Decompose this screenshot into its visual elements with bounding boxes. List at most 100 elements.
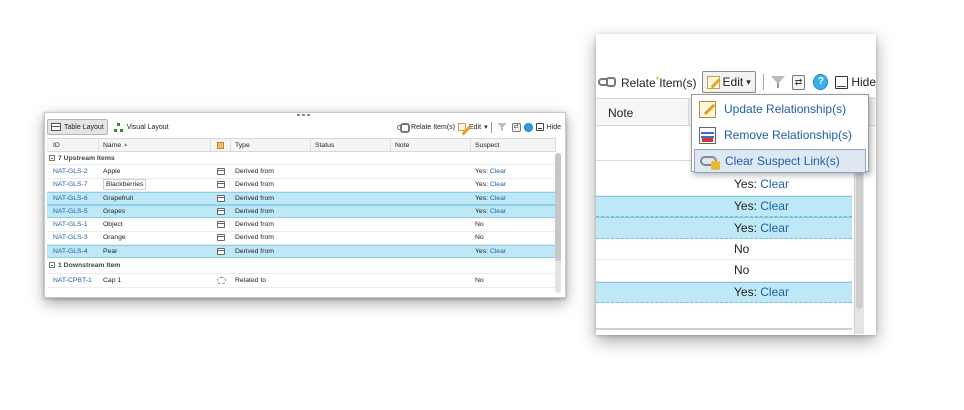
suspect-cell: Yes: Clear — [471, 208, 556, 215]
refresh-icon[interactable]: ⇄ — [511, 122, 521, 132]
suspect-cell: Yes: Clear — [471, 248, 556, 255]
filter-icon[interactable] — [497, 122, 507, 131]
collapse-icon[interactable] — [49, 154, 55, 161]
clear-suspect-link[interactable]: Clear — [490, 181, 506, 188]
table-icon — [51, 123, 61, 131]
clear-suspect-link[interactable]: Clear — [760, 285, 789, 299]
item-name: Cap 1 — [103, 277, 122, 285]
item-id-link[interactable]: NAT-GLS-1 — [47, 221, 99, 228]
clear-suspect-link[interactable]: Clear — [490, 208, 506, 215]
clear-suspect-link[interactable]: Clear — [490, 195, 506, 202]
column-header-note[interactable]: Note — [608, 106, 633, 120]
suspect-value: No — [475, 277, 484, 285]
clear-suspect-link[interactable]: Clear — [490, 248, 506, 255]
relationships-panel-table-layout: Table Layout Visual Layout Relate Item(s… — [44, 112, 566, 298]
table-row[interactable]: No — [596, 239, 852, 260]
table-row-selected[interactable]: NAT-GLS-6 Grapefruit Derived from Yes: C… — [47, 191, 556, 206]
item-type: Derived from — [235, 181, 274, 189]
column-header-icon[interactable] — [211, 139, 231, 151]
edit-icon — [458, 123, 467, 131]
relate-items-button[interactable]: Relate*Item(s) — [596, 75, 697, 90]
collapse-icon[interactable] — [49, 262, 55, 269]
suspect-value: Yes: — [475, 208, 488, 216]
help-icon[interactable]: ? — [813, 74, 829, 90]
refresh-icon[interactable]: ⇄ — [791, 74, 806, 90]
table-row-selected[interactable]: NAT-GLS-4 Pear Derived from Yes: Clear — [47, 245, 556, 259]
vertical-scrollbar[interactable] — [555, 153, 561, 293]
clear-suspect-link[interactable]: Clear — [760, 199, 789, 213]
column-header-id[interactable]: ID — [47, 139, 99, 151]
table-row[interactable]: NAT-CPBT-1 Cap 1 Related to No — [47, 274, 556, 288]
table-row-selected[interactable]: Yes: Clear — [596, 217, 852, 239]
table-row-selected[interactable]: Yes: Clear — [596, 281, 852, 303]
menu-item-remove-relationships[interactable]: Remove Relationship(s) — [694, 123, 866, 147]
column-header-suspect[interactable]: Suspect — [471, 139, 556, 151]
menu-item-update-relationships[interactable]: Update Relationship(s) — [694, 97, 866, 121]
table-row[interactable]: NAT-GLS-2 Apple Derived from Yes: Clear — [47, 165, 556, 179]
table-row-selected[interactable]: Yes: Clear — [596, 195, 852, 217]
group-label: 7 Upstream Items — [58, 154, 115, 162]
column-header-status[interactable]: Status — [311, 139, 391, 151]
group-downstream-items[interactable]: 1 Downstream Item — [47, 258, 556, 275]
table-bottom-border — [596, 328, 852, 330]
group-label: 1 Downstream Item — [58, 262, 121, 270]
table-row[interactable]: NAT-GLS-7 Blackberries Derived from Yes:… — [47, 179, 556, 192]
hide-button[interactable]: Hide — [547, 124, 561, 131]
help-icon[interactable] — [523, 122, 533, 132]
suspect-cell: Yes: Clear — [734, 221, 789, 235]
edit-dropdown-button[interactable]: Edit ▾ — [701, 71, 756, 93]
suspect-value: Yes: — [475, 195, 488, 203]
column-header-type[interactable]: Type — [231, 139, 311, 151]
relate-items-button[interactable]: Relate Item(s) — [411, 124, 455, 131]
item-id-link[interactable]: NAT-CPBT-1 — [47, 277, 99, 284]
item-id-link[interactable]: NAT-GLS-3 — [47, 234, 99, 241]
column-divider — [688, 99, 689, 125]
clear-suspect-link[interactable]: Clear — [760, 177, 789, 191]
suspect-value: Yes: — [475, 167, 488, 175]
item-name: Grapes — [103, 208, 126, 216]
suspect-value: Yes: — [734, 285, 757, 300]
suspect-cell: Yes: Clear — [471, 181, 556, 188]
item-name[interactable]: Blackberries — [103, 179, 147, 191]
relate-suffix: Item(s) — [659, 75, 697, 90]
hide-icon[interactable] — [535, 123, 544, 131]
item-id-link[interactable]: NAT-GLS-4 — [47, 248, 99, 255]
item-id-link[interactable]: NAT-GLS-7 — [47, 181, 99, 188]
item-type-icon — [217, 141, 224, 149]
item-name: Object — [103, 221, 123, 229]
clear-suspect-link[interactable]: Clear — [490, 168, 506, 175]
document-icon — [217, 208, 225, 216]
suspect-value: No — [734, 241, 750, 256]
table-header: ID Name ▲ Type Status Note Suspect — [47, 138, 556, 152]
tab-table-layout[interactable]: Table Layout — [47, 119, 108, 135]
document-icon — [217, 167, 225, 175]
remove-relationship-icon — [699, 126, 716, 144]
suspect-value: Yes: — [475, 181, 488, 189]
menu-item-clear-suspect-links[interactable]: Clear Suspect Link(s) — [694, 149, 866, 173]
table-row[interactable]: Yes: Clear — [596, 174, 852, 196]
document-icon — [217, 221, 225, 229]
item-id-link[interactable]: NAT-GLS-5 — [47, 208, 99, 215]
clear-suspect-icon — [700, 156, 720, 170]
table-row[interactable]: NAT-GLS-1 Object Derived from No — [47, 218, 556, 232]
tab-visual-layout-label: Visual Layout — [126, 123, 169, 131]
item-id-link[interactable]: NAT-GLS-6 — [47, 195, 99, 202]
table-row[interactable]: NAT-GLS-3 Orange Derived from No — [47, 232, 556, 246]
hide-button[interactable]: Hide — [835, 75, 876, 89]
left-toolbar: Table Layout Visual Layout Relate Item(s… — [45, 117, 565, 137]
item-type: Derived from — [235, 195, 274, 203]
table-row[interactable]: No — [596, 260, 852, 282]
column-header-note[interactable]: Note — [391, 139, 471, 151]
item-id-link[interactable]: NAT-GLS-2 — [47, 168, 99, 175]
column-header-name[interactable]: Name ▲ — [99, 139, 211, 151]
menu-item-label: Clear Suspect Link(s) — [725, 154, 840, 168]
suspect-value: Yes: — [734, 220, 757, 235]
suspect-value: Yes: — [734, 177, 757, 192]
group-upstream-items[interactable]: 7 Upstream Items — [47, 152, 556, 166]
item-type: Derived from — [235, 234, 274, 242]
table-row-selected[interactable]: NAT-GLS-5 Grapes Derived from Yes: Clear — [47, 205, 556, 219]
tab-visual-layout[interactable]: Visual Layout — [111, 119, 172, 135]
menu-item-label: Remove Relationship(s) — [724, 128, 853, 142]
clear-suspect-link[interactable]: Clear — [760, 221, 789, 235]
filter-icon[interactable] — [770, 75, 785, 89]
